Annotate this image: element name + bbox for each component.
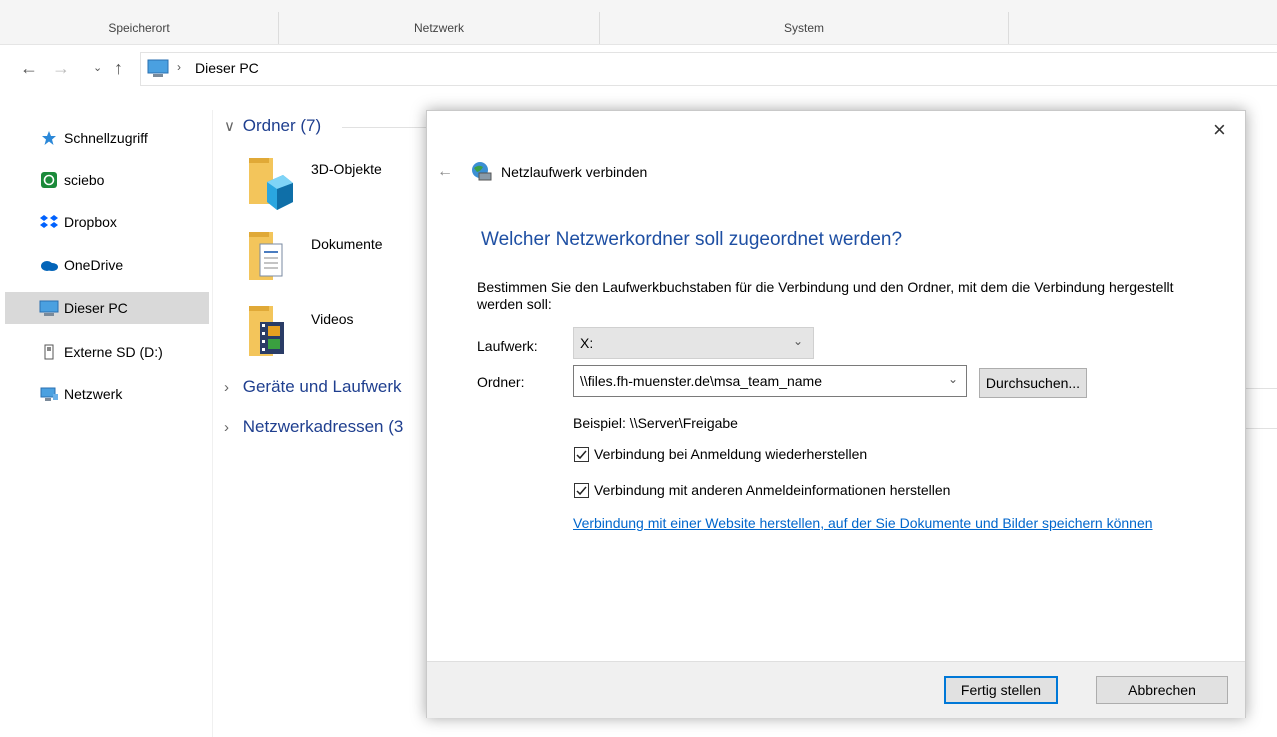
dialog-description: Bestimmen Sie den Laufwerkbuchstaben für…	[477, 279, 1174, 312]
network-icon	[38, 386, 60, 402]
finish-button[interactable]: Fertig stellen	[944, 676, 1058, 704]
sidebar-item-label: OneDrive	[64, 257, 124, 273]
ribbon-group-system: System	[600, 12, 1009, 44]
breadcrumb-separator-icon: ›	[177, 60, 181, 74]
website-connection-link[interactable]: Verbindung mit einer Website herstellen,…	[573, 514, 1193, 532]
dropbox-icon	[38, 214, 60, 230]
other-credentials-checkbox[interactable]	[574, 483, 589, 498]
checkmark-icon	[576, 450, 587, 460]
section-divider	[1244, 428, 1277, 429]
chevron-right-icon: ›	[224, 379, 229, 396]
section-header-geraete[interactable]: › Geräte und Laufwerk	[224, 377, 402, 397]
dialog-footer: Fertig stellen Abbrechen	[427, 661, 1245, 718]
folder-label[interactable]: Videos	[311, 311, 354, 327]
network-drive-icon	[472, 162, 492, 181]
close-icon[interactable]: ×	[1213, 119, 1226, 141]
section-title: Netzwerkadressen (3	[242, 417, 404, 436]
forward-arrow-icon[interactable]: →	[52, 58, 70, 78]
navigation-bar: ← → ⌄ ↑ › Dieser PC	[0, 48, 1277, 92]
ordner-label: Ordner:	[477, 374, 525, 390]
sd-card-icon	[38, 344, 60, 360]
sidebar-item-dieser-pc[interactable]: Dieser PC	[5, 292, 209, 324]
reconnect-checkbox-label[interactable]: Verbindung bei Anmeldung wiederherstelle…	[594, 446, 867, 462]
other-credentials-checkbox-label[interactable]: Verbindung mit anderen Anmeldeinformatio…	[594, 482, 950, 498]
sidebar-item-label: Externe SD (D:)	[64, 344, 163, 360]
reconnect-checkbox[interactable]	[574, 447, 589, 462]
ribbon-group-speicherort: Speicherort	[0, 12, 279, 44]
address-bar[interactable]: › Dieser PC	[140, 52, 1277, 86]
folder-label[interactable]: 3D-Objekte	[311, 161, 382, 177]
drive-letter-value: X:	[580, 335, 594, 351]
drive-letter-select[interactable]: X: ⌄	[573, 327, 814, 359]
section-title: Ordner (7)	[242, 116, 322, 135]
ribbon: Speicherort Netzwerk System	[0, 0, 1277, 45]
dialog-heading: Welcher Netzwerkordner soll zugeordnet w…	[481, 229, 903, 250]
section-title: Geräte und Laufwerk	[242, 377, 402, 396]
checkmark-icon	[576, 486, 587, 496]
section-header-ordner[interactable]: ∨ Ordner (7)	[224, 116, 321, 136]
computer-icon	[38, 300, 60, 317]
chevron-down-icon[interactable]: ⌄	[948, 372, 958, 386]
section-header-netzwerkadressen[interactable]: › Netzwerkadressen (3	[224, 417, 403, 437]
sidebar-item-label: sciebo	[64, 172, 105, 188]
example-text: Beispiel: \\Server\Freigabe	[573, 415, 738, 431]
folder-videos-icon[interactable]	[245, 302, 295, 362]
ribbon-group-netzwerk: Netzwerk	[279, 12, 600, 44]
sidebar-item-label: Dropbox	[64, 214, 117, 230]
chevron-down-icon: ⌄	[792, 334, 803, 348]
sciebo-icon	[38, 172, 60, 188]
chevron-down-icon: ∨	[224, 118, 235, 135]
sidebar-item-label: Dieser PC	[64, 300, 128, 316]
folder-path-input[interactable]: \\files.fh-muenster.de\msa_team_name ⌄	[573, 365, 967, 397]
chevron-right-icon: ›	[224, 419, 229, 436]
folder-path-value: \\files.fh-muenster.de\msa_team_name	[580, 373, 823, 389]
laufwerk-label: Laufwerk:	[477, 338, 538, 354]
section-divider	[342, 127, 426, 128]
sidebar-item-netzwerk[interactable]: Netzwerk	[5, 378, 209, 410]
sidebar-item-externe-sd[interactable]: Externe SD (D:)	[5, 336, 209, 368]
cancel-button[interactable]: Abbrechen	[1096, 676, 1228, 704]
folder-3d-objekte-icon[interactable]	[245, 150, 295, 210]
cloud-icon	[38, 259, 60, 271]
sidebar-item-schnellzugriff[interactable]: Schnellzugriff	[5, 122, 209, 154]
sidebar-item-dropbox[interactable]: Dropbox	[5, 206, 209, 238]
section-divider	[1244, 388, 1277, 389]
folder-dokumente-icon[interactable]	[245, 226, 295, 286]
dialog-title: Netzlaufwerk verbinden	[501, 164, 648, 180]
sidebar-item-label: Netzwerk	[64, 386, 123, 402]
folder-label[interactable]: Dokumente	[311, 236, 383, 252]
star-icon	[38, 130, 60, 146]
sidebar-item-onedrive[interactable]: OneDrive	[5, 249, 209, 281]
breadcrumb-dieser-pc[interactable]: Dieser PC	[195, 60, 259, 76]
up-arrow-icon[interactable]: ↑	[114, 58, 123, 78]
recent-locations-chevron-icon[interactable]: ⌄	[93, 58, 102, 78]
sidebar-item-label: Schnellzugriff	[64, 130, 148, 146]
browse-button[interactable]: Durchsuchen...	[979, 368, 1087, 398]
navigation-pane: Schnellzugriff sciebo Dropbox OneDrive D…	[0, 110, 213, 737]
sidebar-item-sciebo[interactable]: sciebo	[5, 164, 209, 196]
map-network-drive-dialog: × ← Netzlaufwerk verbinden Welcher Netzw…	[426, 110, 1246, 718]
computer-icon	[147, 59, 169, 77]
back-arrow-icon[interactable]: ←	[437, 163, 453, 181]
back-arrow-icon[interactable]: ←	[20, 58, 38, 78]
